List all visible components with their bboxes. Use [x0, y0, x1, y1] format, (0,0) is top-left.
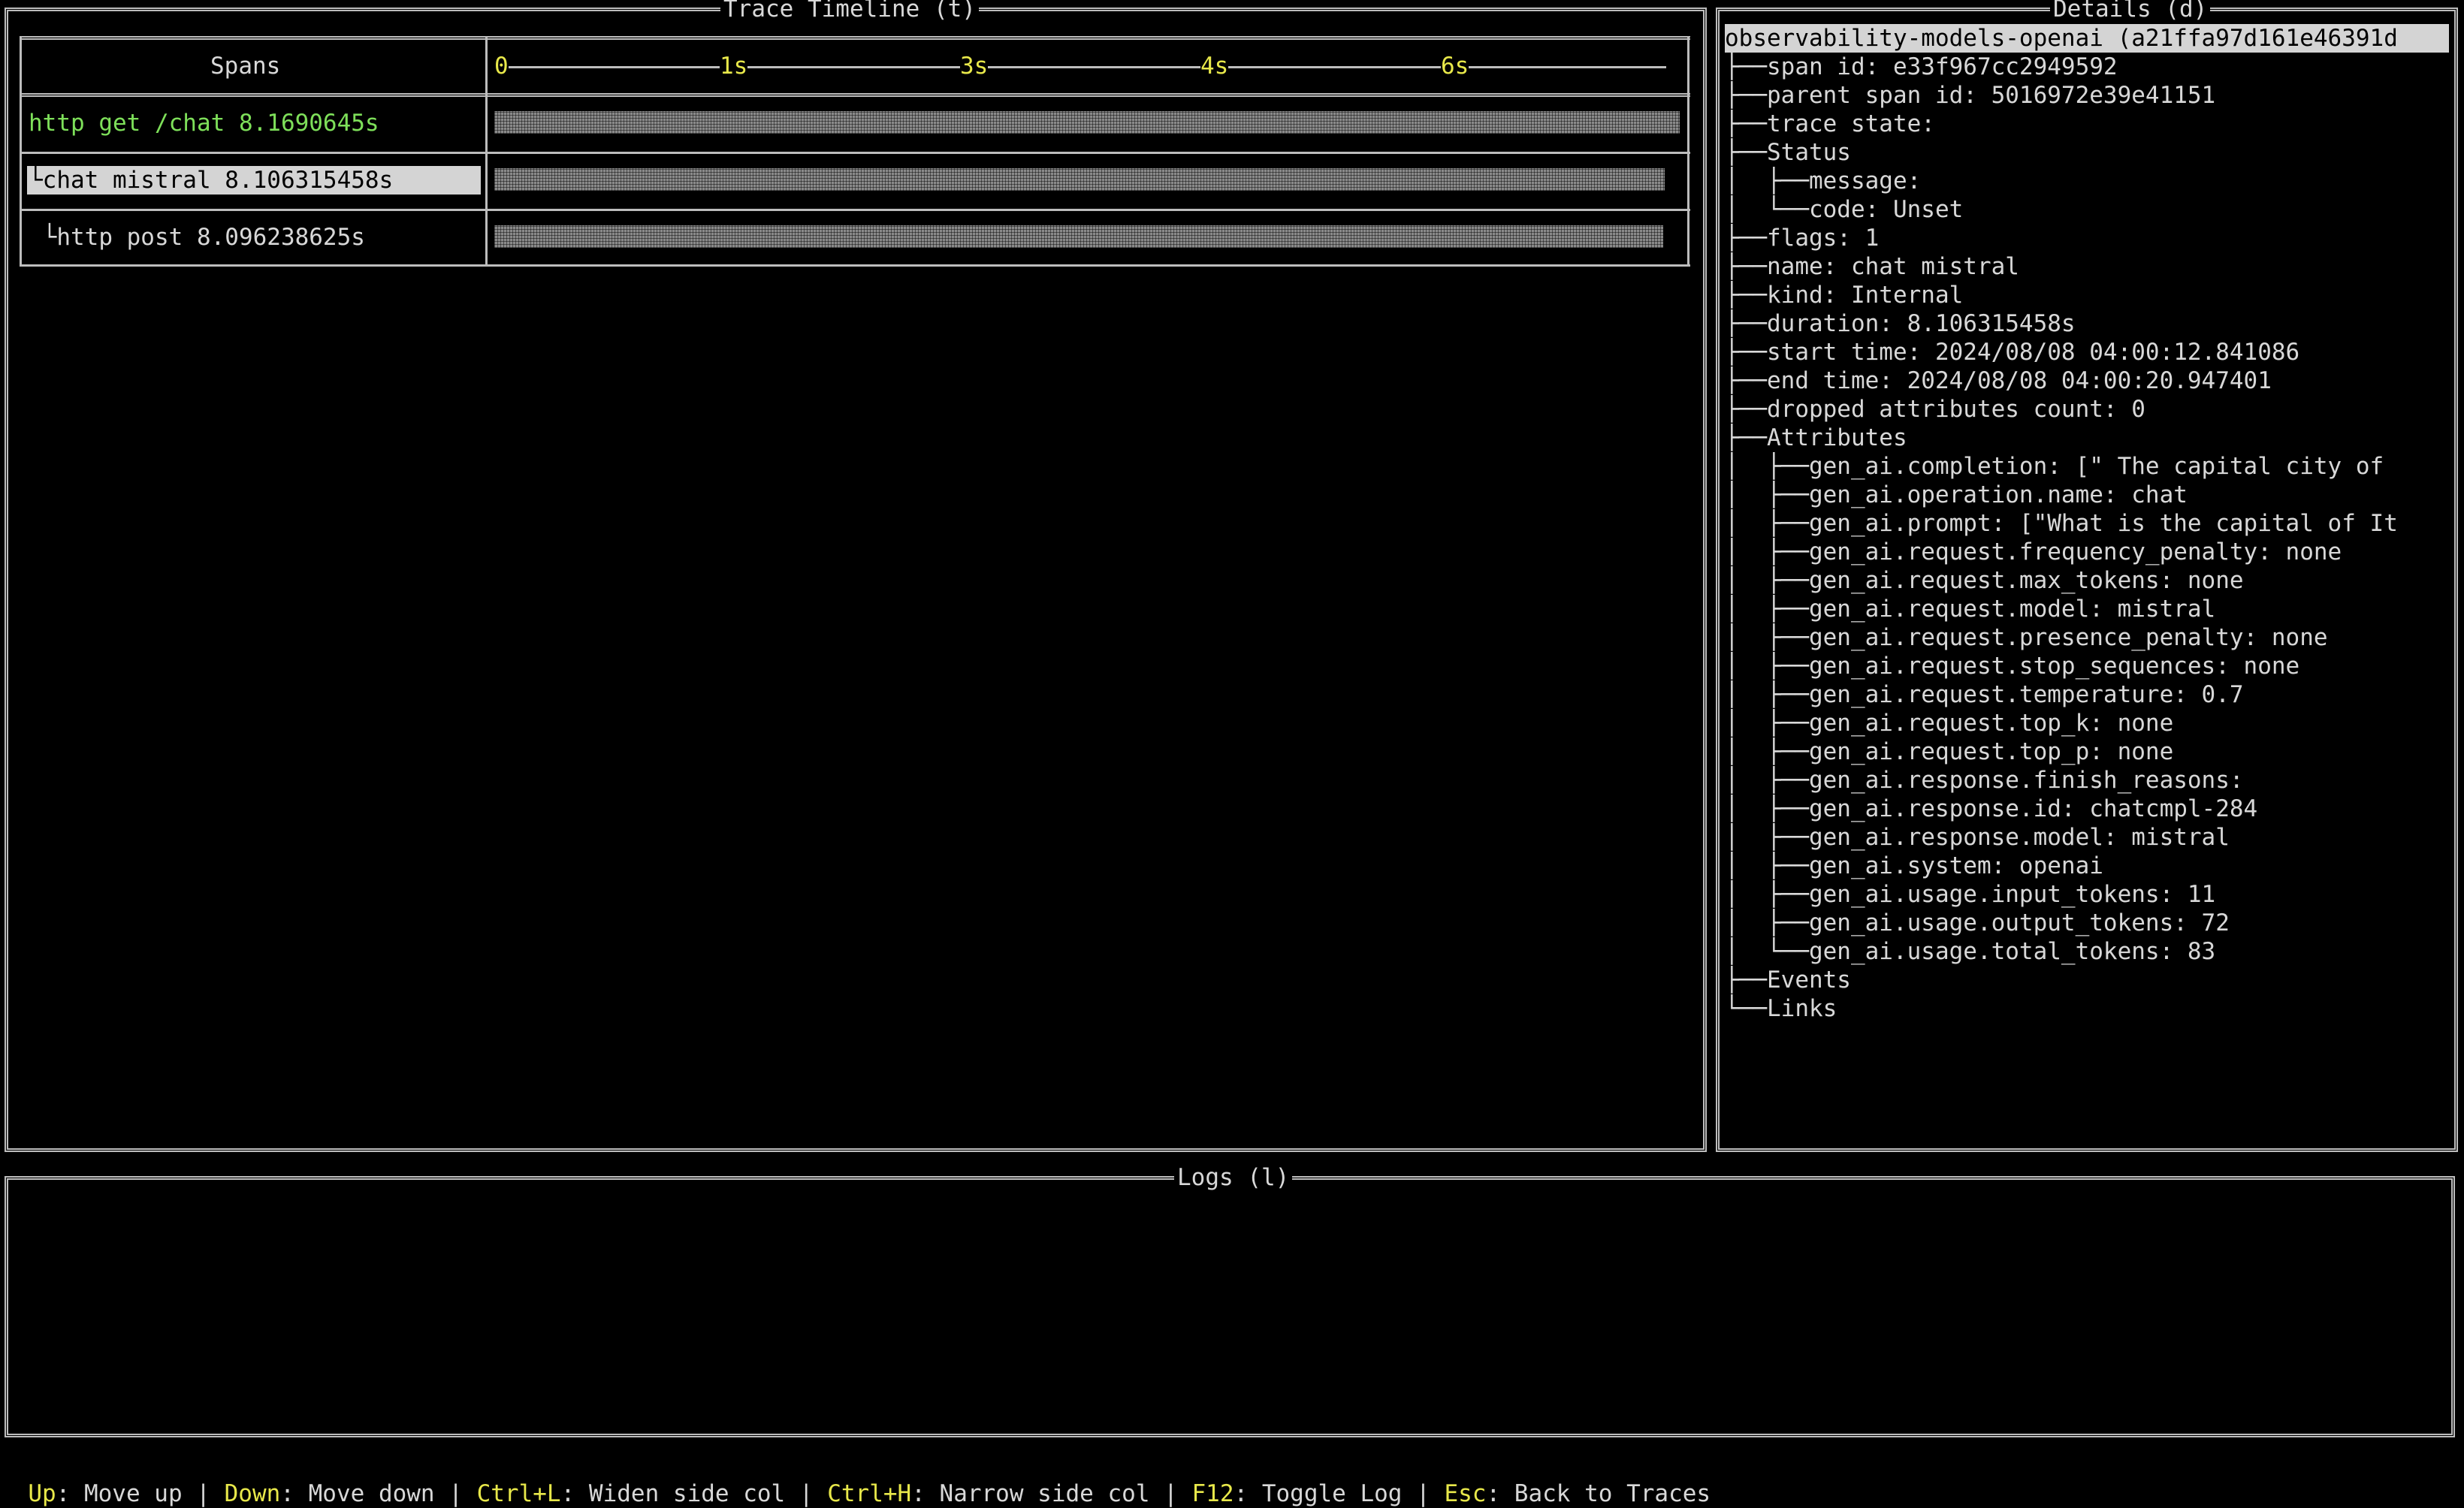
span-bar — [494, 225, 1663, 248]
table-header-divider — [20, 93, 1690, 97]
details-title: Details (d) — [2050, 0, 2211, 23]
detail-line: │ ├──gen_ai.request.max_tokens: none — [1725, 567, 2244, 594]
detail-line: │ ├──gen_ai.request.frequency_penalty: n… — [1725, 538, 2342, 566]
detail-line: ├──end time: 2024/08/08 04:00:20.947401 — [1725, 367, 2272, 394]
detail-line[interactable]: └──Links — [1725, 994, 2449, 1023]
detail-line: │ ├──gen_ai.request.temperature: 0.7 — [1725, 681, 2244, 708]
row-divider — [20, 209, 1690, 211]
span-label: http get /chat 8.1690645s — [29, 110, 379, 137]
shortcut-key: Ctrl+L — [476, 1480, 561, 1507]
tick-label: 1s — [720, 52, 748, 80]
detail-line: │ ├──gen_ai.response.model: mistral — [1725, 824, 2230, 851]
table-left-border — [20, 38, 22, 267]
detail-line: │ └──code: Unset — [1725, 196, 1964, 223]
spans-column-header: Spans — [210, 53, 281, 80]
detail-line: ├──kind: Internal — [1725, 282, 1964, 309]
tick-label: 0 — [494, 52, 509, 80]
table-column-divider — [485, 38, 488, 267]
shortcut-action: Widen side col — [588, 1480, 786, 1507]
shortcut-action: Narrow side col — [939, 1480, 1150, 1507]
span-bar — [494, 168, 1665, 191]
tick-label: 6s — [1441, 52, 1469, 80]
shortcut-key: Ctrl+H — [827, 1480, 912, 1507]
logs-panel[interactable]: Logs (l) — [5, 1163, 2455, 1437]
detail-line: │ └──gen_ai.usage.total_tokens: 83 — [1725, 938, 2216, 965]
row-divider — [20, 152, 1690, 154]
shortcut-action: Move down — [308, 1480, 435, 1507]
detail-line: ├──parent span id: 5016972e39e41151 — [1725, 82, 2216, 109]
status-bar: Up: Move up | Down: Move down | Ctrl+L: … — [28, 1480, 1711, 1507]
detail-line: ├──start time: 2024/08/08 04:00:12.84108… — [1725, 339, 2300, 366]
span-details-tree: ├──span id: e33f967cc2949592 ├──parent s… — [1725, 53, 2449, 1023]
detail-line: ├──trace state: — [1725, 110, 1935, 137]
detail-line: │ ├──gen_ai.response.id: chatcmpl-284 — [1725, 795, 2258, 822]
detail-line: │ ├──gen_ai.request.presence_penalty: no… — [1725, 624, 2328, 651]
table-bottom-border — [20, 264, 1690, 267]
details-header: observability-models-openai (a21ffa97d16… — [1725, 24, 2449, 53]
span-label: └http post 8.096238625s — [29, 224, 365, 251]
detail-line: ├──flags: 1 — [1725, 225, 1880, 252]
span-bar — [494, 111, 1680, 134]
detail-line[interactable]: ├──Status — [1725, 138, 2449, 167]
detail-line: ├──duration: 8.106315458s — [1725, 310, 2076, 337]
detail-line: │ ├──gen_ai.response.finish_reasons: — [1725, 767, 2244, 794]
detail-line: │ ├──gen_ai.request.stop_sequences: none — [1725, 653, 2300, 680]
detail-line: │ ├──message: — [1725, 167, 1922, 195]
detail-line: │ ├──gen_ai.usage.input_tokens: 11 — [1725, 881, 2216, 908]
detail-line: │ ├──gen_ai.request.top_k: none — [1725, 710, 2174, 737]
detail-line: │ ├──gen_ai.prompt: ["What is the capita… — [1725, 510, 2398, 537]
timeline-axis-line — [505, 66, 1666, 68]
detail-line: ├──name: chat mistral — [1725, 253, 2019, 280]
detail-line: │ ├──gen_ai.completion: [" The capital c… — [1725, 453, 2384, 480]
detail-line: │ ├──gen_ai.system: openai — [1725, 852, 2103, 879]
logs-title: Logs (l) — [1174, 1163, 1293, 1192]
trace-timeline-title: Trace Timeline (t) — [720, 0, 979, 23]
span-label: └chat mistral 8.106315458s — [29, 167, 394, 194]
shortcut-action: Move up — [83, 1480, 183, 1507]
detail-line: │ ├──gen_ai.operation.name: chat — [1725, 481, 2188, 508]
shortcut-action: Back to Traces — [1514, 1480, 1711, 1507]
table-right-border — [1687, 38, 1689, 267]
detail-line: │ ├──gen_ai.request.model: mistral — [1725, 596, 2216, 623]
detail-line: │ ├──gen_ai.usage.output_tokens: 72 — [1725, 909, 2230, 936]
shortcut-key: Esc — [1444, 1480, 1487, 1507]
detail-line[interactable]: ├──Events — [1725, 966, 2449, 994]
detail-line: ├──dropped attributes count: 0 — [1725, 396, 2145, 423]
shortcut-key: Down — [224, 1480, 281, 1507]
service-trace-id: observability-models-openai (a21ffa97d16… — [1725, 25, 2398, 52]
shortcut-key: F12 — [1191, 1480, 1234, 1507]
detail-line[interactable]: ├──Attributes — [1725, 424, 2449, 452]
shortcut-key: Up — [28, 1480, 56, 1507]
shortcut-action: Toggle Log — [1261, 1480, 1403, 1507]
tick-label: 3s — [960, 52, 989, 80]
tick-label: 4s — [1200, 52, 1229, 80]
table-top-border — [20, 36, 1690, 40]
detail-line: │ ├──gen_ai.request.top_p: none — [1725, 738, 2174, 765]
detail-line: ├──span id: e33f967cc2949592 — [1725, 53, 2118, 80]
